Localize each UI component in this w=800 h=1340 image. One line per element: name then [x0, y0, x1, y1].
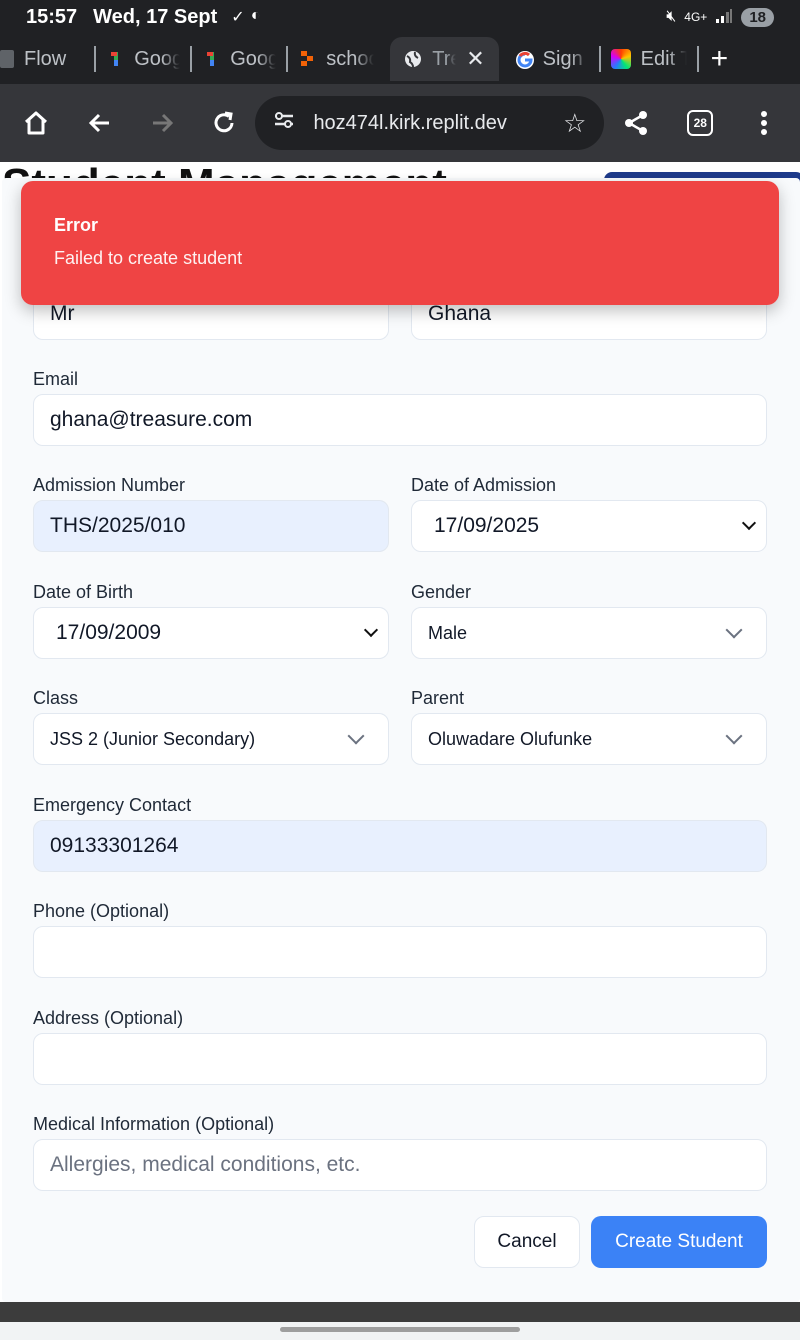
gender-select[interactable]: Male	[411, 607, 767, 659]
chevron-down-icon	[725, 621, 743, 639]
google-g-icon	[515, 50, 534, 69]
date-of-admission-value: 17/09/2025	[434, 514, 540, 537]
parent-select[interactable]: Oluwadare Olufunke	[411, 713, 767, 765]
page-bottom-bar	[0, 1302, 800, 1322]
browser-toolbar: hoz474l.kirk.replit.dev ☆ 28	[0, 84, 800, 162]
forward-button[interactable]	[138, 99, 186, 147]
medical-info-label: Medical Information (Optional)	[33, 1114, 275, 1134]
address-field[interactable]	[33, 1033, 767, 1085]
class-select[interactable]: JSS 2 (Junior Secondary)	[33, 713, 389, 765]
date-of-birth-field[interactable]: 17/09/2009	[33, 607, 389, 659]
chevron-down-icon	[725, 727, 743, 745]
date-of-admission-label: Date of Admission	[411, 475, 557, 495]
network-type: 4G+	[684, 10, 708, 24]
web-page: Student Management Mr Ghana Email ghana@…	[0, 162, 800, 1302]
home-icon	[24, 111, 47, 135]
battery-indicator: 18	[741, 7, 774, 27]
admission-number-label: Admission Number	[33, 475, 186, 495]
error-toast[interactable]: Error Failed to create student	[21, 181, 779, 305]
admission-number-field[interactable]: THS/2025/010	[33, 500, 389, 552]
google-one-icon	[106, 50, 124, 68]
gesture-handle[interactable]	[280, 1327, 520, 1332]
download-done-icon: ✓︎	[231, 9, 245, 26]
chevron-down-icon	[741, 515, 757, 531]
replit-icon	[298, 50, 316, 68]
home-button[interactable]	[12, 99, 60, 147]
status-time: 15:57	[26, 5, 78, 28]
globe-icon	[404, 50, 422, 68]
new-tab-button[interactable]: +	[711, 42, 729, 76]
url-text: hoz474l.kirk.replit.dev	[313, 111, 507, 134]
tab-sign-in[interactable]: Sign i	[505, 37, 599, 81]
arrow-forward-icon	[152, 113, 173, 133]
gesture-navigation-area	[0, 1322, 800, 1340]
gender-label: Gender	[411, 582, 472, 602]
tab-active[interactable]: Tre ✕	[390, 37, 499, 81]
tab-label: Goog	[230, 47, 277, 70]
status-bar: 15:57 Wed, 17 Sept ✓︎ ◐ 🔇︎ 4G+ 18	[0, 0, 800, 34]
gender-value: Male	[428, 622, 468, 643]
toast-title: Error	[54, 215, 99, 235]
flow-icon	[0, 50, 14, 68]
tab-switcher-button[interactable]: 28	[676, 99, 724, 147]
parent-value: Oluwadare Olufunke	[428, 728, 593, 749]
phone-field[interactable]	[33, 926, 767, 978]
tab-count: 28	[687, 110, 714, 136]
medical-info-field[interactable]: Allergies, medical conditions, etc.	[33, 1139, 767, 1191]
tab-edit[interactable]: Edit T	[601, 37, 697, 81]
share-icon	[625, 111, 648, 135]
class-value: JSS 2 (Junior Secondary)	[50, 728, 256, 749]
create-student-button[interactable]: Create Student	[591, 1216, 767, 1268]
tab-label: schoo	[326, 47, 375, 70]
date-of-birth-label: Date of Birth	[33, 582, 134, 602]
tab-label: Tre	[432, 47, 457, 70]
tab-school[interactable]: schoo	[288, 37, 384, 81]
signal-icon	[715, 8, 733, 27]
arrow-back-icon	[88, 113, 109, 133]
mute-icon: 🔇︎	[666, 8, 677, 25]
tab-separator	[696, 46, 699, 72]
share-button[interactable]	[612, 99, 660, 147]
tab-label: Flow	[24, 47, 67, 70]
address-bar[interactable]: hoz474l.kirk.replit.dev ☆	[255, 96, 605, 150]
email-label: Email	[33, 369, 79, 389]
back-button[interactable]	[76, 99, 124, 147]
status-date: Wed, 17 Sept	[93, 5, 218, 28]
emergency-contact-field[interactable]: 09133301264	[33, 820, 767, 872]
address-label: Address (Optional)	[33, 1008, 184, 1028]
site-settings-icon[interactable]	[273, 111, 295, 135]
class-label: Class	[33, 688, 79, 708]
tab-label: Sign i	[542, 47, 589, 70]
create-student-dialog: Mr Ghana Email ghana@treasure.com Admiss…	[2, 178, 800, 1302]
tab-label: Goog	[134, 47, 181, 70]
phone-label: Phone (Optional)	[33, 901, 170, 921]
date-of-admission-field[interactable]: 17/09/2025	[411, 500, 767, 552]
reload-icon	[214, 111, 233, 133]
chevron-down-icon	[347, 727, 365, 745]
email-field[interactable]: ghana@treasure.com	[33, 394, 767, 446]
menu-button[interactable]	[740, 99, 788, 147]
tab-strip: Flow Goog Goog schoo Tre ✕ Sign i Edit T…	[0, 34, 800, 84]
chevron-down-icon	[363, 622, 379, 638]
reload-button[interactable]	[200, 99, 248, 147]
close-tab-icon[interactable]: ✕	[466, 46, 484, 72]
cancel-button[interactable]: Cancel	[474, 1216, 580, 1268]
tab-google-2[interactable]: Goog	[192, 37, 286, 81]
google-one-icon	[202, 50, 220, 68]
more-vert-icon	[761, 111, 768, 135]
tab-google-1[interactable]: Goog	[96, 37, 190, 81]
colorful-app-icon	[610, 49, 631, 69]
parent-label: Parent	[411, 688, 465, 708]
tab-label: Edit T	[640, 47, 687, 70]
date-of-birth-value: 17/09/2009	[56, 621, 162, 644]
toast-message: Failed to create student	[54, 248, 243, 268]
emergency-contact-label: Emergency Contact	[33, 795, 192, 815]
tab-flow[interactable]: Flow	[0, 37, 76, 81]
sync-icon: ◐	[250, 7, 261, 24]
bookmark-star-icon[interactable]: ☆	[563, 108, 586, 139]
